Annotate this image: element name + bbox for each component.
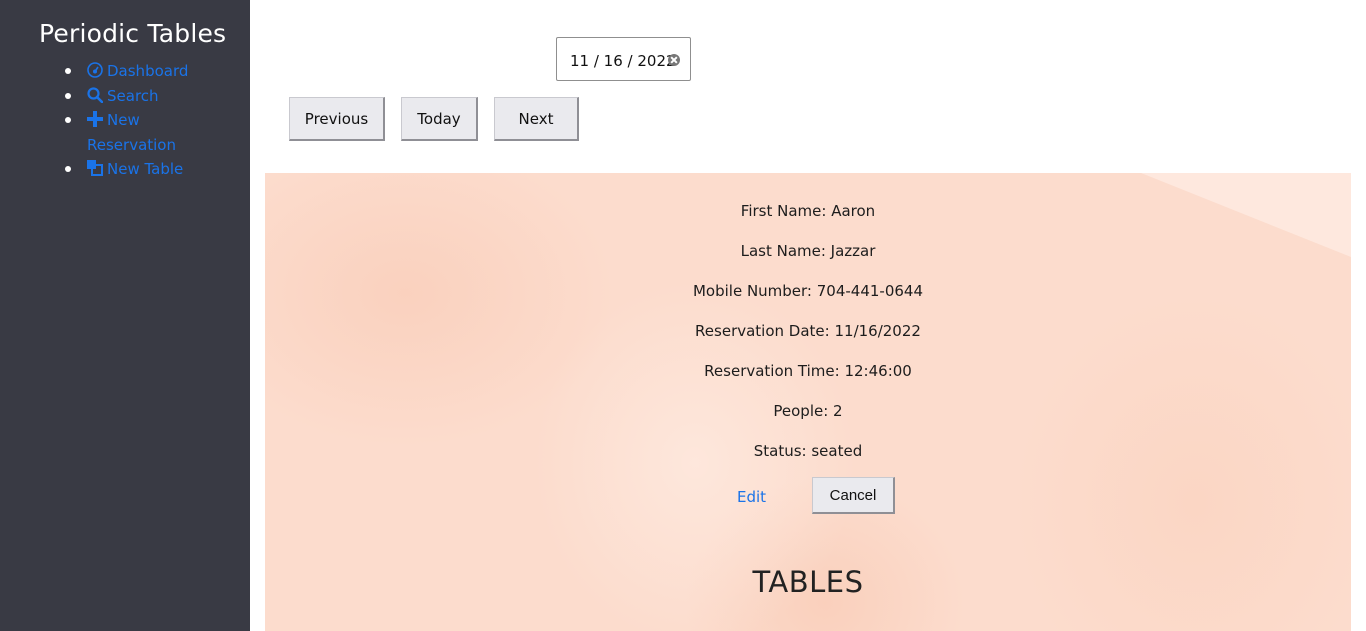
plus-icon [87, 111, 103, 127]
cancel-reservation-button[interactable]: Cancel [812, 477, 895, 514]
previous-day-button[interactable]: Previous [289, 97, 385, 141]
reservation-time-text: Reservation Time: 12:46:00 [704, 362, 912, 380]
clear-date-icon[interactable] [668, 54, 680, 66]
sidebar-item-search: Search [64, 84, 188, 109]
today-button[interactable]: Today [401, 97, 478, 141]
last-name-text: Last Name: Jazzar [740, 242, 876, 260]
status-text: Status: seated [753, 442, 863, 460]
dashboard-link[interactable]: Dashboard [87, 59, 188, 84]
tables-heading: TABLES [752, 565, 864, 599]
sidebar-item-label: Search [107, 86, 159, 105]
date-value: 11 / 16 / 2022 [570, 52, 676, 70]
sidebar: Periodic Tables Dashboard Search New Res… [0, 0, 250, 631]
search-link[interactable]: Search [87, 84, 159, 109]
sidebar-item-dashboard: Dashboard [64, 59, 188, 84]
sidebar-nav: Dashboard Search New Reservation New Tab… [64, 59, 188, 182]
reservations-panel: First Name: Aaron Last Name: Jazzar Mobi… [265, 173, 1351, 631]
new-table-link[interactable]: New Table [87, 157, 183, 182]
new-reservation-link[interactable]: New Reservation [87, 108, 176, 157]
sidebar-item-label: New [107, 111, 140, 129]
sidebar-item-label-line2: Reservation [87, 135, 176, 154]
mobile-number-text: Mobile Number: 704-441-0644 [692, 282, 924, 300]
reservation-date-input[interactable]: 11 / 16 / 2022 [556, 37, 691, 81]
people-text: People: 2 [773, 402, 843, 420]
first-name-text: First Name: Aaron [740, 202, 876, 220]
sidebar-item-label: New Table [107, 160, 184, 178]
sidebar-item-new-table: New Table [64, 157, 188, 182]
edit-reservation-link[interactable]: Edit [737, 488, 766, 506]
reservation-date-text: Reservation Date: 11/16/2022 [695, 322, 921, 340]
next-day-button[interactable]: Next [494, 97, 579, 141]
sidebar-item-label: Dashboard [107, 62, 189, 80]
layers-icon [87, 160, 103, 176]
sidebar-item-new-reservation: New Reservation [64, 108, 188, 157]
dashboard-icon [87, 62, 103, 78]
app-title: Periodic Tables [39, 19, 227, 48]
search-icon [87, 86, 103, 103]
